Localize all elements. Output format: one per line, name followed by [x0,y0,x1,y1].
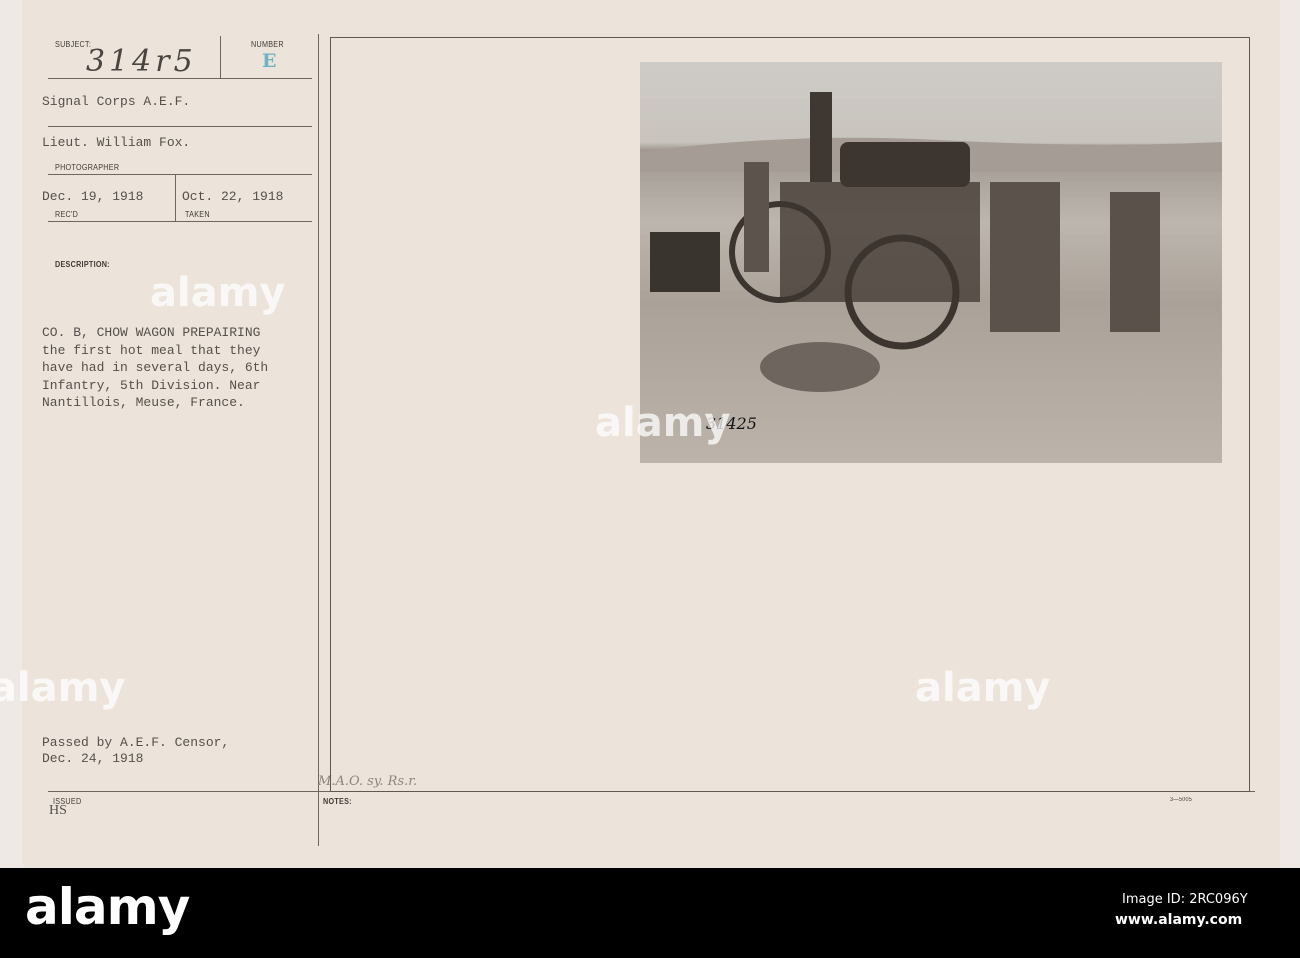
watermark: alamy [595,400,731,446]
divider [48,221,312,222]
watermark: alamy [150,270,286,316]
divider [175,175,176,221]
censor-line: Dec. 24, 1918 [42,751,144,766]
description-label: DESCRIPTION: [55,260,110,269]
watermark: alamy [915,665,1051,711]
alamy-logo: alamy [25,878,190,936]
divider [220,36,221,78]
footer-band: alamy Image ID: 2RC096Y www.alamy.com [0,868,1300,958]
alamy-url: www.alamy.com [1115,912,1243,928]
taken-value: Oct. 22, 1918 [182,189,284,204]
subject-value: 314r5 [86,44,197,79]
unit-value: Signal Corps A.E.F. [42,94,191,109]
image-id: Image ID: 2RC096Y [1122,892,1248,907]
notes-label: NOTES: [323,797,352,806]
censor-line: Passed by A.E.F. Censor, [42,735,230,750]
received-label: REC'D [55,210,79,219]
description-line: have had in several days, 6th [42,360,269,375]
photographer-label: PHOTOGRAPHER [55,163,120,172]
description-text: CO. B, CHOW WAGON PREPAIRING the first ho… [42,324,268,412]
divider [48,174,312,175]
description-line: Nantillois, Meuse, France. [42,395,245,410]
issued-value: HS [49,803,67,818]
photographer-value: Lieut. William Fox. [42,135,191,150]
received-value: Dec. 19, 1918 [42,189,144,204]
description-line: Infantry, 5th Division. Near [42,377,261,393]
description-line: CO. B, CHOW WAGON PREPAIRING [42,325,261,340]
number-label: NUMBER [251,40,284,49]
form-number: 3—5005 [1170,797,1193,803]
divider [48,126,312,127]
column-divider [318,34,319,846]
description-line: the first hot meal that they [42,342,261,358]
watermark: alamy [0,665,126,711]
number-stamp: E [262,50,277,72]
taken-label: TAKEN [185,210,210,219]
censor-text: Passed by A.E.F. Censor, Dec. 24, 1918 [42,735,229,767]
